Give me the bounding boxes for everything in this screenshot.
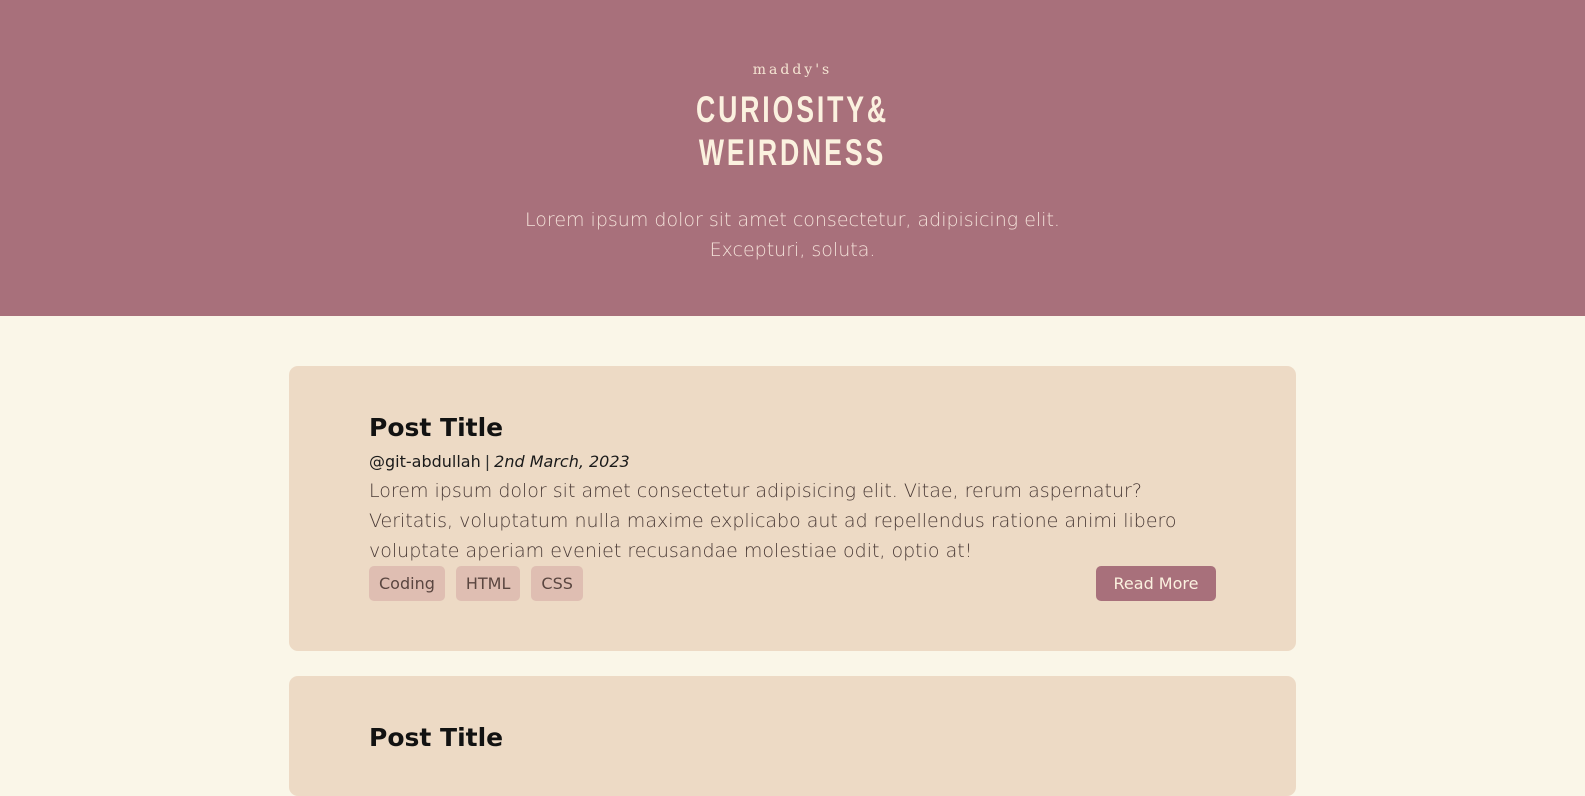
tag-css[interactable]: CSS <box>531 566 583 601</box>
post-tags: Coding HTML CSS <box>369 566 583 601</box>
post-date: 2nd March, 2023 <box>494 452 630 471</box>
site-tagline: Lorem ipsum dolor sit amet consectetur, … <box>0 205 1585 265</box>
brand-subtitle: maddy's <box>752 62 833 78</box>
tagline-line-1: Lorem ipsum dolor sit amet consectetur, … <box>525 209 1060 231</box>
brand-title-line-1: CURIOSITY& <box>695 89 890 130</box>
post-excerpt: Lorem ipsum dolor sit amet consectetur a… <box>369 480 1177 562</box>
post-author-link[interactable]: @git-abdullah <box>369 452 481 471</box>
post-title[interactable]: Post Title <box>369 723 503 752</box>
post-meta: @git-abdullah | 2nd March, 2023 <box>369 452 630 471</box>
brand-title-line-2: WEIRDNESS <box>698 132 887 173</box>
post-title[interactable]: Post Title <box>369 413 503 442</box>
tag-coding[interactable]: Coding <box>369 566 445 601</box>
site-logo-title[interactable]: CURIOSITY& WEIRDNESS <box>222 88 1363 174</box>
tagline-line-2: Excepturi, soluta. <box>709 239 876 261</box>
post-card: Post Title @git-abdullah | 2nd March, 2023… <box>289 366 1296 651</box>
post-card: Post Title <box>289 676 1296 796</box>
meta-separator: | <box>484 452 491 471</box>
site-header: maddy's CURIOSITY& WEIRDNESS Lorem ipsum… <box>0 0 1585 316</box>
read-more-button[interactable]: Read More <box>1096 566 1216 601</box>
tag-html[interactable]: HTML <box>455 566 521 601</box>
